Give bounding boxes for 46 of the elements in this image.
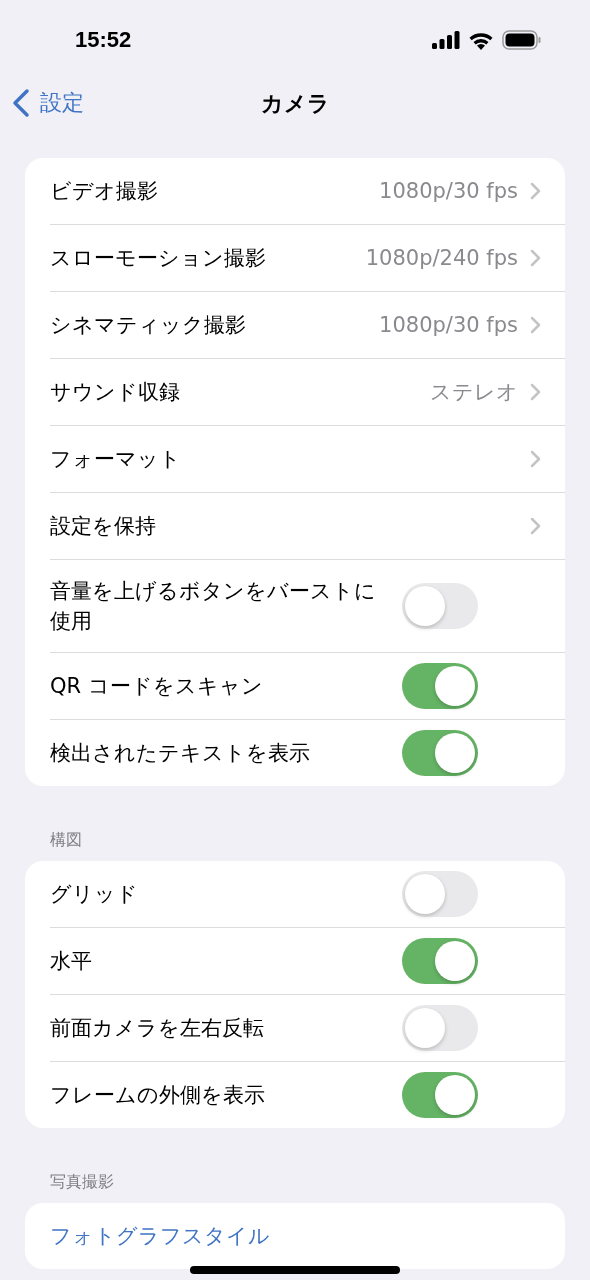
settings-row[interactable]: ビデオ撮影 1080p/30 fps	[50, 158, 565, 224]
back-chevron-icon	[12, 88, 30, 118]
back-button[interactable]: 設定	[12, 88, 84, 118]
signal-icon	[432, 31, 460, 49]
status-time: 15:52	[75, 27, 132, 53]
chevron-icon	[530, 316, 541, 334]
battery-icon	[502, 30, 542, 50]
chevron-icon	[530, 450, 541, 468]
settings-row[interactable]: シネマティック撮影 1080p/30 fps	[50, 291, 565, 358]
row-label: 水平	[50, 948, 93, 975]
row-label: シネマティック撮影	[50, 312, 247, 339]
row-label: 検出されたテキストを表示	[50, 740, 311, 767]
row-label: 前面カメラを左右反転	[50, 1015, 265, 1042]
settings-row[interactable]: フォーマット	[50, 425, 565, 492]
page-title: カメラ	[260, 90, 330, 118]
chevron-icon	[530, 383, 541, 401]
row-value: 1080p/30 fps	[379, 313, 518, 337]
row-value: 1080p/240 fps	[365, 246, 518, 270]
toggle-switch[interactable]	[402, 871, 478, 917]
toggle-switch[interactable]	[402, 938, 478, 984]
row-label: フォーマット	[50, 446, 182, 473]
chevron-icon	[530, 249, 541, 267]
row-value: ステレオ	[430, 379, 518, 406]
row-label: 音量を上げるボタンをバーストに使用	[50, 578, 377, 635]
row-label: スローモーション撮影	[50, 245, 267, 272]
toggle-switch[interactable]	[402, 1072, 478, 1118]
row-label: サウンド収録	[50, 379, 181, 406]
action-link[interactable]: フォトグラフスタイル	[50, 1209, 541, 1263]
section-header: 写真撮影	[49, 1172, 115, 1193]
settings-row[interactable]: 設定を保持	[50, 492, 565, 559]
toggle-switch[interactable]	[402, 663, 478, 709]
wifi-icon	[468, 30, 494, 50]
chevron-icon	[530, 182, 541, 200]
row-label: フレームの外側を表示	[50, 1082, 266, 1109]
row-label: グリッド	[50, 881, 139, 908]
toggle-switch[interactable]	[402, 583, 478, 629]
row-value: 1080p/30 fps	[379, 179, 518, 203]
row-label: ビデオ撮影	[50, 178, 159, 205]
section-header: 構図	[49, 830, 83, 851]
chevron-icon	[530, 517, 541, 535]
settings-row[interactable]: サウンド収録 ステレオ	[50, 358, 565, 425]
row-label: 設定を保持	[50, 513, 157, 540]
toggle-switch[interactable]	[402, 1005, 478, 1051]
row-label: QR コードをスキャン	[50, 673, 264, 700]
settings-row[interactable]: スローモーション撮影 1080p/240 fps	[50, 224, 565, 291]
toggle-switch[interactable]	[402, 730, 478, 776]
